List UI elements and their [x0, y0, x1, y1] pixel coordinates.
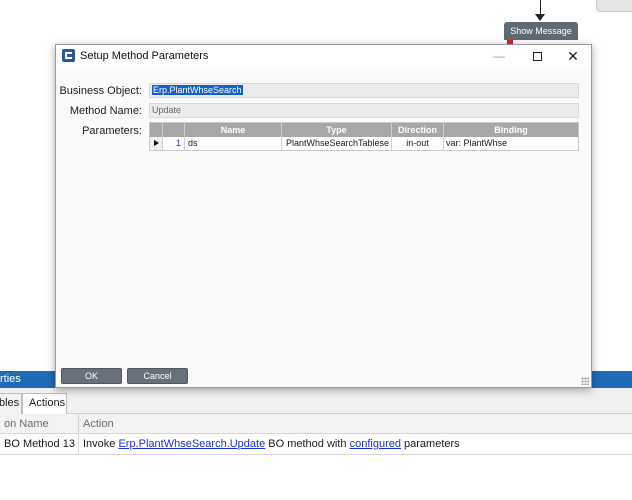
parameters-grid: Name Type Direction Binding 1 ds PlantWh…: [149, 122, 579, 151]
grid-header-selector: [150, 123, 163, 137]
close-button[interactable]: ✕: [555, 45, 591, 67]
dialog-title: Setup Method Parameters: [80, 50, 209, 62]
resize-grip-icon[interactable]: [581, 377, 589, 385]
configured-parameters-link[interactable]: configured: [350, 438, 401, 450]
cancel-button[interactable]: Cancel: [127, 368, 188, 384]
grid-header-name[interactable]: Name: [185, 123, 282, 137]
ok-button[interactable]: OK: [61, 368, 122, 384]
properties-tabs: bles Actions: [0, 388, 632, 414]
workflow-node-partial[interactable]: [596, 0, 632, 12]
table-row[interactable]: 1 ds PlantWhseSearchTablese in-out var: …: [150, 137, 578, 150]
grid-header-direction[interactable]: Direction: [392, 123, 444, 137]
grid-header: Name Type Direction Binding: [150, 123, 578, 137]
app-icon: [62, 49, 75, 62]
parameters-label: Parameters:: [82, 125, 142, 137]
param-name-cell[interactable]: ds: [185, 137, 282, 150]
grid-header-type[interactable]: Type: [282, 123, 392, 137]
grid-header-index: [163, 123, 185, 137]
tab-actions[interactable]: Actions: [22, 393, 67, 414]
dialog-titlebar[interactable]: Setup Method Parameters — ✕: [56, 45, 591, 67]
business-object-label: Business Object:: [59, 85, 142, 97]
row-number: 1: [163, 137, 185, 150]
action-name-cell: BO Method 13: [4, 438, 75, 450]
param-type-cell[interactable]: PlantWhseSearchTablese: [282, 137, 392, 150]
column-divider: [78, 434, 79, 454]
column-header-name[interactable]: on Name: [4, 414, 49, 434]
action-text: Invoke: [83, 438, 119, 450]
action-text: parameters: [400, 438, 460, 450]
method-name-field[interactable]: Update: [149, 103, 579, 118]
maximize-button[interactable]: [519, 45, 555, 67]
current-row-icon: [150, 137, 163, 150]
maximize-icon: [532, 52, 542, 62]
column-divider[interactable]: [78, 414, 79, 433]
grid-header-binding[interactable]: Binding: [444, 123, 578, 137]
show-message-node[interactable]: Show Message 25: [504, 22, 578, 54]
tab-variables[interactable]: bles: [0, 393, 22, 414]
action-text: BO method with: [265, 438, 350, 450]
bo-method-link[interactable]: Erp.PlantWhseSearch.Update: [118, 438, 265, 450]
table-row[interactable]: BO Method 13 Invoke Erp.PlantWhseSearch.…: [0, 434, 632, 455]
method-name-label: Method Name:: [69, 105, 142, 117]
param-direction-cell[interactable]: in-out: [392, 137, 444, 150]
column-header-action[interactable]: Action: [83, 414, 114, 434]
action-description-cell: Invoke Erp.PlantWhseSearch.Update BO met…: [83, 434, 460, 455]
business-object-field[interactable]: Erp.PlantWhseSearch: [149, 83, 579, 98]
flow-arrow-icon: [535, 14, 545, 21]
actions-table-header: on Name Action: [0, 414, 632, 434]
minimize-button[interactable]: —: [481, 45, 517, 67]
param-binding-cell[interactable]: var: PlantWhse: [444, 137, 578, 150]
setup-method-parameters-dialog: Setup Method Parameters — ✕ Business Obj…: [55, 44, 592, 388]
business-object-value: Erp.PlantWhseSearch: [152, 85, 243, 95]
